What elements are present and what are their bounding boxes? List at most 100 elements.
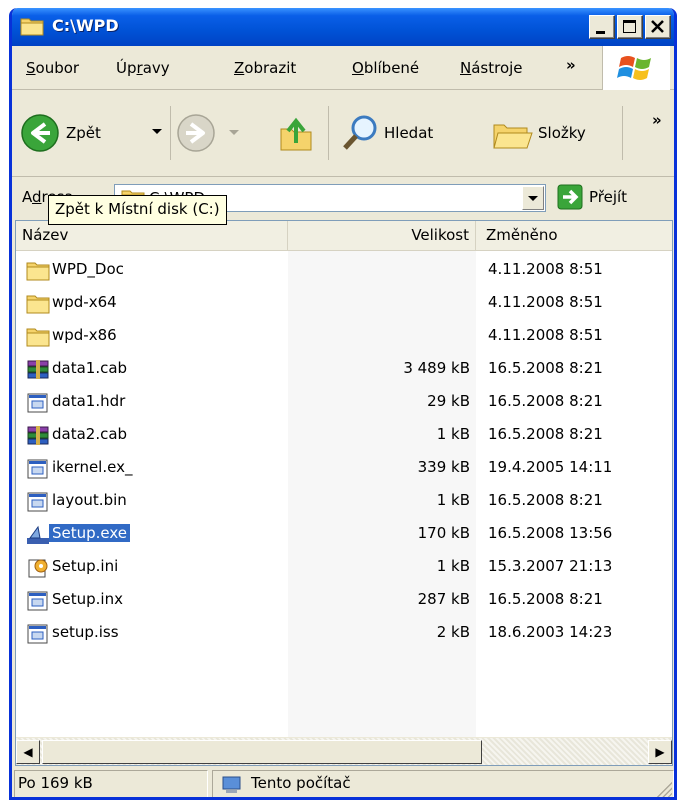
setup-exe-icon bbox=[26, 524, 50, 546]
file-name: data1.cab bbox=[52, 359, 128, 377]
file-row[interactable]: data1.cab 3 489 kB 16.5.2008 8:21 bbox=[16, 354, 656, 387]
file-size: 2 kB bbox=[436, 623, 470, 641]
computer-icon bbox=[222, 776, 241, 793]
forward-history-dropdown[interactable] bbox=[228, 129, 240, 137]
file-row[interactable]: Setup.exe 170 kB 16.5.2008 13:56 bbox=[16, 519, 656, 552]
up-folder-button[interactable] bbox=[278, 113, 314, 153]
maximize-button[interactable] bbox=[617, 15, 643, 39]
file-name: WPD_Doc bbox=[52, 260, 124, 278]
file-row[interactable]: WPD_Doc 4.11.2008 8:51 bbox=[16, 255, 656, 288]
minimize-button[interactable] bbox=[589, 15, 615, 39]
settings-file-icon bbox=[26, 557, 50, 579]
dropdown-arrow-icon bbox=[152, 129, 162, 134]
file-name: wpd-x86 bbox=[52, 326, 117, 344]
file-size: 29 kB bbox=[427, 392, 470, 410]
file-modified: 16.5.2008 8:21 bbox=[488, 392, 603, 410]
archive-icon bbox=[26, 425, 50, 447]
file-modified: 18.6.2003 14:23 bbox=[488, 623, 613, 641]
search-icon bbox=[343, 115, 377, 150]
status-location-label: Tento počítač bbox=[251, 774, 351, 792]
file-modified: 4.11.2008 8:51 bbox=[488, 293, 603, 311]
forward-arrow-icon bbox=[177, 114, 215, 152]
file-name: wpd-x64 bbox=[52, 293, 117, 311]
column-header-name[interactable]: Název bbox=[16, 221, 288, 251]
file-modified: 16.5.2008 8:21 bbox=[488, 425, 603, 443]
file-row[interactable]: wpd-x64 4.11.2008 8:51 bbox=[16, 288, 656, 321]
toolbar-more-chevron[interactable]: » bbox=[652, 111, 662, 129]
file-row[interactable]: setup.iss 2 kB 18.6.2003 14:23 bbox=[16, 618, 656, 651]
menu-upravy[interactable]: Úpravy bbox=[116, 59, 170, 77]
file-icon bbox=[26, 590, 50, 612]
status-bar: Po 169 kB Tento počítač bbox=[12, 766, 674, 797]
file-row[interactable]: Setup.ini 1 kB 15.3.2007 21:13 bbox=[16, 552, 656, 585]
file-size: 1 kB bbox=[436, 491, 470, 509]
archive-icon bbox=[26, 359, 50, 381]
back-history-dropdown[interactable] bbox=[150, 127, 164, 137]
file-row[interactable]: data1.hdr 29 kB 16.5.2008 8:21 bbox=[16, 387, 656, 420]
back-arrow-icon bbox=[21, 114, 59, 152]
file-row[interactable]: Setup.inx 287 kB 16.5.2008 8:21 bbox=[16, 585, 656, 618]
file-row[interactable]: data2.cab 1 kB 16.5.2008 8:21 bbox=[16, 420, 656, 453]
file-name: Setup.inx bbox=[52, 590, 123, 608]
file-row[interactable]: layout.bin 1 kB 16.5.2008 8:21 bbox=[16, 486, 656, 519]
scroll-right-button[interactable]: ▶ bbox=[648, 740, 672, 764]
folders-label: Složky bbox=[538, 124, 586, 142]
column-header-size[interactable]: Velikost bbox=[288, 221, 476, 251]
file-icon bbox=[26, 392, 50, 414]
scroll-left-button[interactable]: ◀ bbox=[16, 740, 40, 764]
file-modified: 16.5.2008 13:56 bbox=[488, 524, 613, 542]
window-title: C:\WPD bbox=[52, 16, 119, 35]
file-size: 339 kB bbox=[417, 458, 470, 476]
title-bar[interactable]: C:\WPD bbox=[12, 8, 674, 46]
menu-more-chevron[interactable]: » bbox=[566, 56, 576, 74]
file-name: data1.hdr bbox=[52, 392, 126, 410]
file-size: 1 kB bbox=[436, 557, 470, 575]
folders-button[interactable]: Složky bbox=[490, 113, 586, 153]
file-modified: 4.11.2008 8:51 bbox=[488, 326, 603, 344]
status-location: Tento počítač bbox=[212, 770, 674, 797]
menu-nastroje[interactable]: Nástroje bbox=[460, 59, 523, 77]
file-size: 287 kB bbox=[417, 590, 470, 608]
file-size: 170 kB bbox=[417, 524, 470, 542]
file-row[interactable]: wpd-x86 4.11.2008 8:51 bbox=[16, 321, 656, 354]
file-name: data2.cab bbox=[52, 425, 128, 443]
resize-grip[interactable] bbox=[654, 780, 672, 797]
explorer-window: C:\WPD Soubor Úpravy Zobrazit Oblíbené N… bbox=[9, 8, 677, 800]
minimize-icon bbox=[596, 31, 605, 34]
close-icon bbox=[651, 20, 664, 33]
toolbar-separator bbox=[328, 106, 329, 160]
dropdown-arrow-icon bbox=[229, 130, 239, 135]
tooltip: Zpět k Místní disk (C:) bbox=[48, 195, 227, 225]
search-button[interactable]: Hledat bbox=[340, 113, 433, 153]
standard-toolbar: Zpět Hledat Složky » bbox=[12, 91, 674, 177]
back-button[interactable]: Zpět bbox=[20, 113, 101, 153]
close-button[interactable] bbox=[645, 15, 671, 39]
menu-soubor[interactable]: Soubor bbox=[26, 59, 79, 77]
file-name: Setup.ini bbox=[52, 557, 119, 575]
file-modified: 15.3.2007 21:13 bbox=[488, 557, 613, 575]
file-size: 3 489 kB bbox=[403, 359, 470, 377]
column-header-modified[interactable]: Změněno bbox=[476, 221, 672, 251]
file-icon bbox=[26, 458, 50, 480]
folders-icon bbox=[493, 124, 533, 149]
file-modified: 16.5.2008 8:21 bbox=[488, 491, 603, 509]
file-modified: 16.5.2008 8:21 bbox=[488, 359, 603, 377]
status-selection-size: Po 169 kB bbox=[14, 770, 208, 797]
toolbar-separator bbox=[622, 106, 623, 160]
forward-button[interactable] bbox=[176, 113, 216, 153]
file-name: setup.iss bbox=[52, 623, 119, 641]
toolbar-separator bbox=[170, 106, 171, 160]
file-modified: 4.11.2008 8:51 bbox=[488, 260, 603, 278]
file-name: Setup.exe bbox=[49, 524, 131, 542]
go-button[interactable]: Přejít bbox=[557, 184, 627, 210]
file-row[interactable]: ikernel.ex_ 339 kB 19.4.2005 14:11 bbox=[16, 453, 656, 486]
folder-icon bbox=[26, 293, 50, 315]
dropdown-arrow-icon bbox=[528, 196, 538, 201]
horizontal-scrollbar[interactable]: ◀ ▶ bbox=[16, 737, 672, 765]
address-dropdown-button[interactable] bbox=[522, 186, 544, 210]
search-label: Hledat bbox=[384, 124, 434, 142]
file-list-view[interactable]: Název Velikost Změněno WPD_Doc 4.11.2008 … bbox=[15, 220, 673, 766]
menu-oblibene[interactable]: Oblíbené bbox=[352, 59, 419, 77]
menu-zobrazit[interactable]: Zobrazit bbox=[234, 59, 296, 77]
scrollbar-thumb[interactable] bbox=[42, 740, 482, 764]
